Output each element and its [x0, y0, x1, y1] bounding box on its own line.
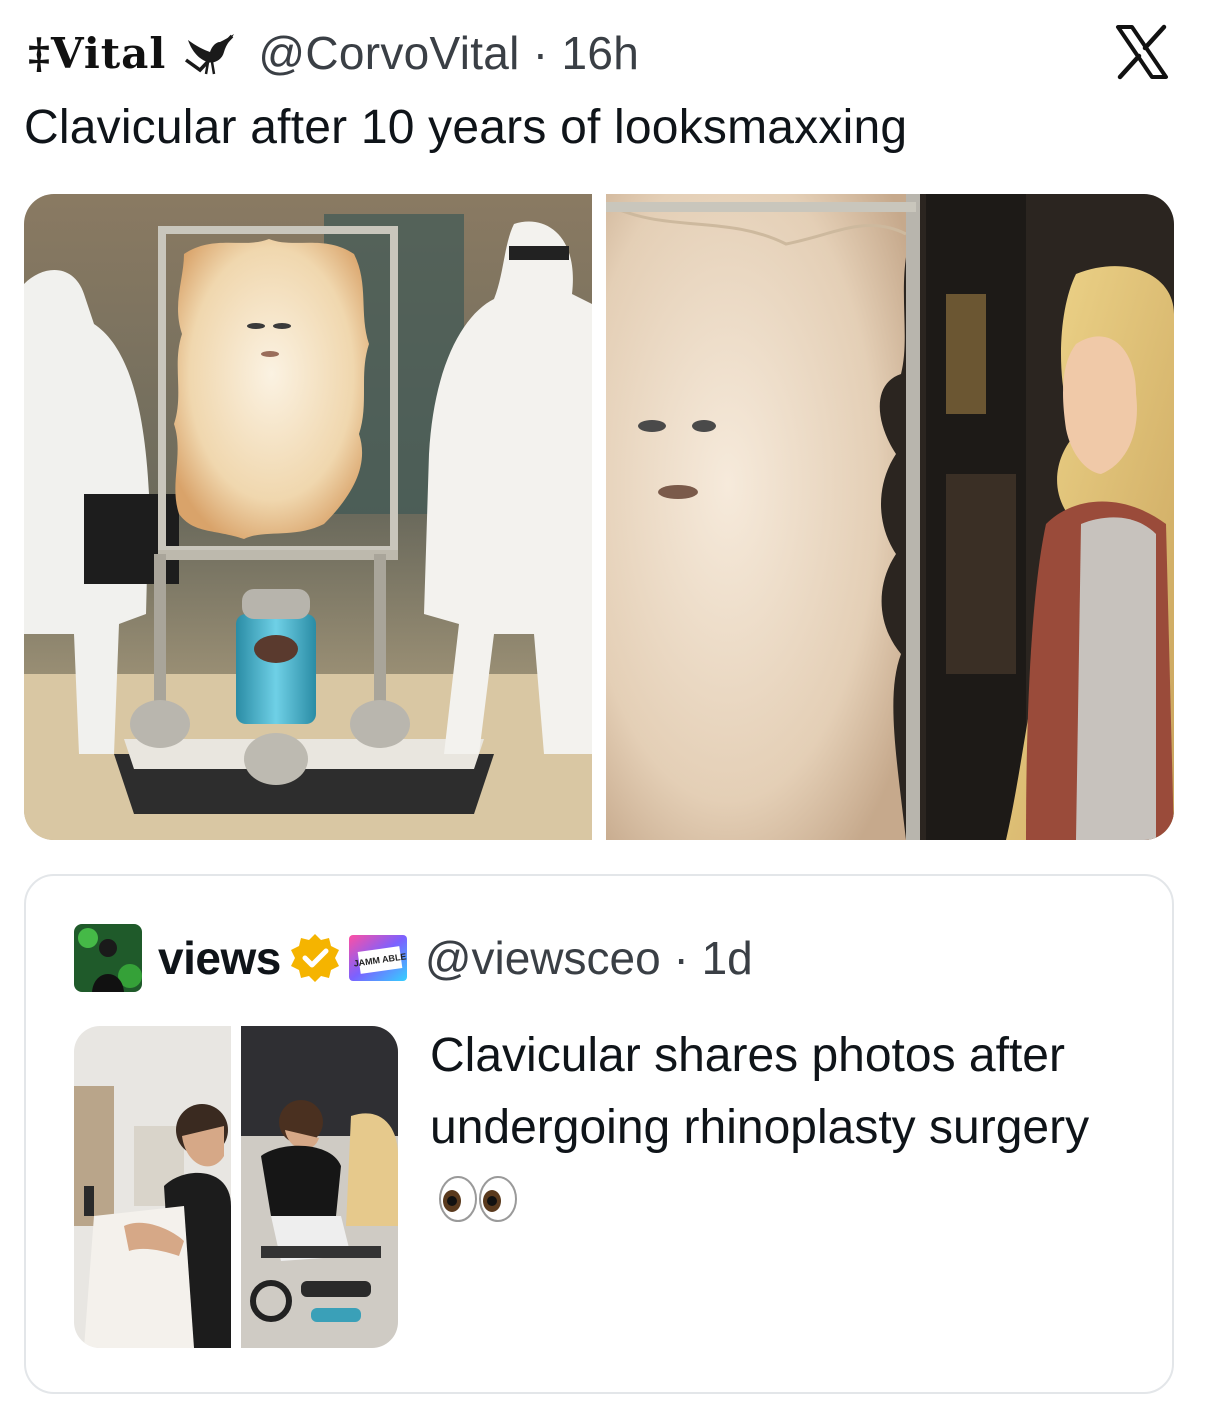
- bird-icon: [185, 34, 235, 75]
- quoted-photo-left[interactable]: [74, 1026, 231, 1348]
- media-photo-left[interactable]: [24, 194, 592, 840]
- affiliate-badge-icon: JAMM ABLE: [348, 935, 407, 981]
- quoted-post-text: Clavicular shares photos after undergoin…: [430, 1020, 1130, 1236]
- verified-badge-icon: [290, 934, 339, 982]
- quoted-display-name[interactable]: views: [158, 931, 281, 985]
- avatar[interactable]: [74, 924, 142, 992]
- x-logo-icon[interactable]: [1114, 24, 1170, 80]
- media-photo-right[interactable]: [606, 194, 1174, 840]
- post-header: ‡Vital @CorvoVital · 16h: [28, 22, 639, 84]
- eyes-emoji-icon: [439, 1176, 517, 1222]
- post-media[interactable]: [24, 194, 1174, 840]
- quoted-post-text-body: Clavicular shares photos after undergoin…: [430, 1029, 1090, 1154]
- post-text: Clavicular after 10 years of looksmaxxin…: [24, 101, 908, 154]
- quoted-post-header: views JAMM ABLE @viewsceo · 1d: [74, 924, 753, 992]
- quoted-handle-and-time[interactable]: @viewsceo · 1d: [425, 931, 753, 985]
- handle-and-time[interactable]: @CorvoVital · 16h: [258, 26, 639, 80]
- quoted-post-card[interactable]: views JAMM ABLE @viewsceo · 1d Clavicula…: [24, 874, 1174, 1394]
- display-name[interactable]: ‡Vital: [28, 29, 166, 78]
- quoted-post-media[interactable]: [74, 1026, 398, 1348]
- quoted-photo-right[interactable]: [241, 1026, 398, 1348]
